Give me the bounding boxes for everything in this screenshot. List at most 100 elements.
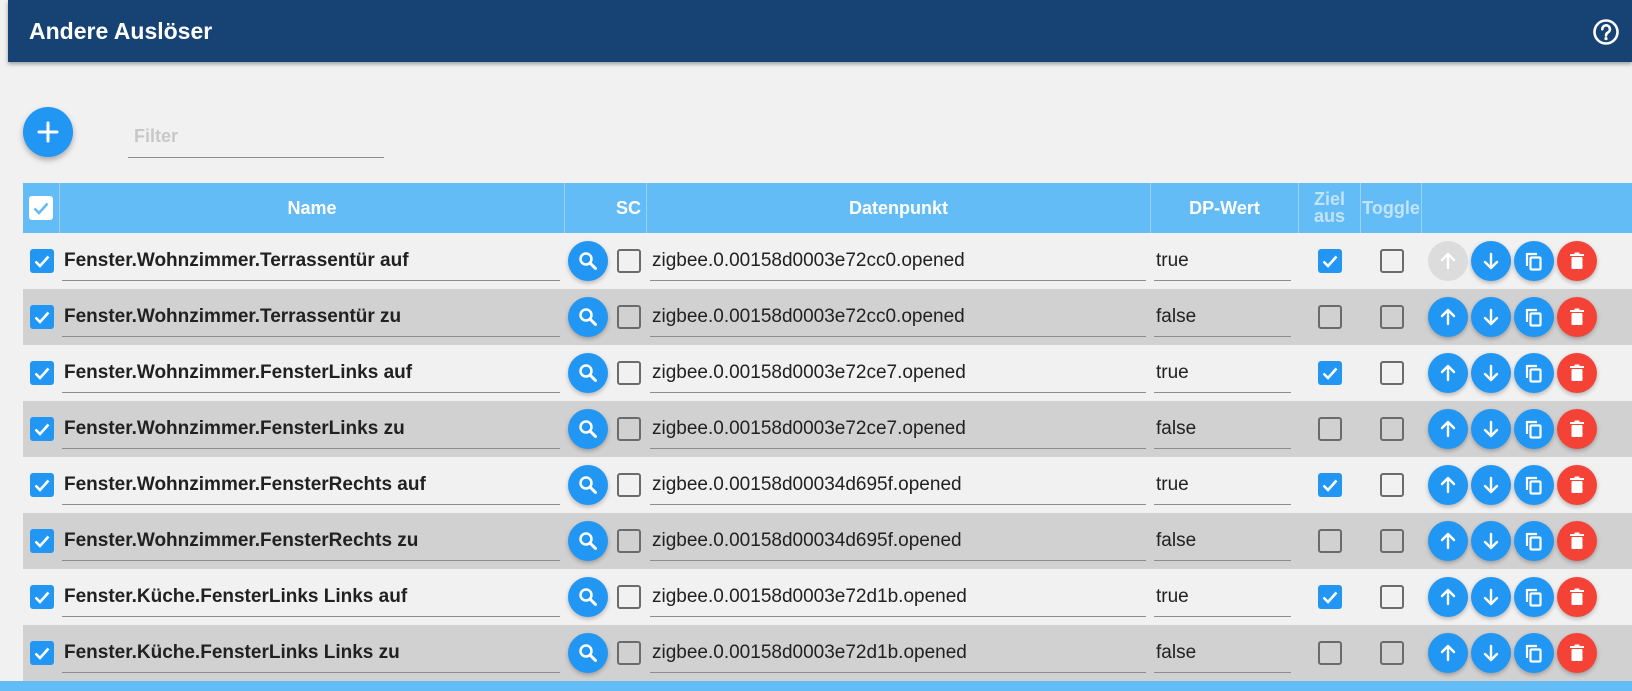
dp-value-input[interactable]: false	[1154, 521, 1291, 561]
select-datapoint-button[interactable]	[568, 521, 608, 561]
enable-checkbox[interactable]	[29, 585, 54, 609]
copy-button[interactable]	[1514, 409, 1554, 449]
name-input[interactable]: Fenster.Wohnzimmer.FensterRechts auf	[62, 465, 560, 505]
delete-button[interactable]	[1557, 241, 1597, 281]
select-datapoint-button[interactable]	[568, 465, 608, 505]
sc-checkbox[interactable]	[617, 249, 641, 273]
dp-value-input[interactable]: false	[1154, 633, 1291, 673]
toggle-checkbox[interactable]	[1379, 641, 1404, 665]
name-input[interactable]: Fenster.Wohnzimmer.Terrassentür zu	[62, 297, 560, 337]
dp-value-input[interactable]: true	[1154, 577, 1291, 617]
move-down-button[interactable]	[1471, 577, 1511, 617]
enable-checkbox[interactable]	[29, 473, 54, 497]
column-header-sc[interactable]: SC	[611, 183, 647, 233]
name-input[interactable]: Fenster.Wohnzimmer.FensterLinks zu	[62, 409, 560, 449]
datapoint-input[interactable]: zigbee.0.00158d0003e72ce7.opened	[650, 409, 1146, 449]
move-up-button[interactable]	[1428, 577, 1468, 617]
datapoint-input[interactable]: zigbee.0.00158d0003e72d1b.opened	[650, 633, 1146, 673]
copy-button[interactable]	[1514, 353, 1554, 393]
column-header-ziel-aus[interactable]: Ziel aus	[1299, 183, 1361, 233]
sc-checkbox[interactable]	[617, 585, 641, 609]
dp-value-input[interactable]: true	[1154, 353, 1291, 393]
ziel-aus-checkbox[interactable]	[1318, 585, 1342, 609]
delete-button[interactable]	[1557, 577, 1597, 617]
name-input[interactable]: Fenster.Küche.FensterLinks Links auf	[62, 577, 560, 617]
dp-value-input[interactable]: false	[1154, 409, 1291, 449]
name-input[interactable]: Fenster.Wohnzimmer.FensterRechts zu	[62, 521, 560, 561]
filter-input[interactable]	[128, 116, 384, 157]
delete-button[interactable]	[1557, 297, 1597, 337]
toggle-checkbox[interactable]	[1379, 305, 1404, 329]
select-datapoint-button[interactable]	[568, 409, 608, 449]
copy-button[interactable]	[1514, 577, 1554, 617]
move-down-button[interactable]	[1471, 241, 1511, 281]
ziel-aus-checkbox[interactable]	[1318, 473, 1342, 497]
move-up-button[interactable]	[1428, 409, 1468, 449]
datapoint-input[interactable]: zigbee.0.00158d00034d695f.opened	[650, 521, 1146, 561]
ziel-aus-checkbox[interactable]	[1318, 305, 1342, 329]
toggle-checkbox[interactable]	[1379, 473, 1404, 497]
move-down-button[interactable]	[1471, 633, 1511, 673]
move-up-button[interactable]	[1428, 353, 1468, 393]
copy-button[interactable]	[1514, 465, 1554, 505]
move-up-button[interactable]	[1428, 297, 1468, 337]
ziel-aus-checkbox[interactable]	[1318, 249, 1342, 273]
enable-checkbox[interactable]	[29, 305, 54, 329]
column-header-name[interactable]: Name	[60, 183, 565, 233]
move-up-button[interactable]	[1428, 633, 1468, 673]
sc-checkbox[interactable]	[617, 361, 641, 385]
ziel-aus-checkbox[interactable]	[1318, 361, 1342, 385]
move-down-button[interactable]	[1471, 521, 1511, 561]
datapoint-input[interactable]: zigbee.0.00158d00034d695f.opened	[650, 465, 1146, 505]
toggle-checkbox[interactable]	[1379, 361, 1404, 385]
toggle-checkbox[interactable]	[1379, 529, 1404, 553]
delete-button[interactable]	[1557, 521, 1597, 561]
select-datapoint-button[interactable]	[568, 577, 608, 617]
column-header-datapoint[interactable]: Datenpunkt	[647, 183, 1151, 233]
enable-checkbox[interactable]	[29, 361, 54, 385]
ziel-aus-checkbox[interactable]	[1318, 641, 1342, 665]
delete-button[interactable]	[1557, 409, 1597, 449]
delete-button[interactable]	[1557, 465, 1597, 505]
ziel-aus-checkbox[interactable]	[1318, 417, 1342, 441]
dp-value-input[interactable]: true	[1154, 241, 1291, 281]
copy-button[interactable]	[1514, 633, 1554, 673]
enable-checkbox[interactable]	[29, 641, 54, 665]
move-down-button[interactable]	[1471, 465, 1511, 505]
name-input[interactable]: Fenster.Wohnzimmer.FensterLinks auf	[62, 353, 560, 393]
enable-checkbox[interactable]	[29, 417, 54, 441]
toggle-checkbox[interactable]	[1379, 585, 1404, 609]
select-datapoint-button[interactable]	[568, 633, 608, 673]
move-down-button[interactable]	[1471, 353, 1511, 393]
select-all-checkbox[interactable]	[29, 196, 53, 220]
toggle-checkbox[interactable]	[1379, 417, 1404, 441]
sc-checkbox[interactable]	[617, 641, 641, 665]
move-up-button[interactable]	[1428, 521, 1468, 561]
copy-button[interactable]	[1514, 297, 1554, 337]
enable-checkbox[interactable]	[29, 249, 54, 273]
column-header-dp-value[interactable]: DP-Wert	[1151, 183, 1299, 233]
move-down-button[interactable]	[1471, 297, 1511, 337]
copy-button[interactable]	[1514, 241, 1554, 281]
move-down-button[interactable]	[1471, 409, 1511, 449]
name-input[interactable]: Fenster.Küche.FensterLinks Links zu	[62, 633, 560, 673]
select-datapoint-button[interactable]	[568, 353, 608, 393]
copy-button[interactable]	[1514, 521, 1554, 561]
dp-value-input[interactable]: true	[1154, 465, 1291, 505]
move-up-button[interactable]	[1428, 465, 1468, 505]
sc-checkbox[interactable]	[617, 305, 641, 329]
select-datapoint-button[interactable]	[568, 241, 608, 281]
sc-checkbox[interactable]	[617, 529, 641, 553]
toggle-checkbox[interactable]	[1379, 249, 1404, 273]
delete-button[interactable]	[1557, 633, 1597, 673]
ziel-aus-checkbox[interactable]	[1318, 529, 1342, 553]
add-trigger-button[interactable]	[23, 107, 73, 157]
datapoint-input[interactable]: zigbee.0.00158d0003e72cc0.opened	[650, 241, 1146, 281]
datapoint-input[interactable]: zigbee.0.00158d0003e72d1b.opened	[650, 577, 1146, 617]
datapoint-input[interactable]: zigbee.0.00158d0003e72ce7.opened	[650, 353, 1146, 393]
select-datapoint-button[interactable]	[568, 297, 608, 337]
column-header-toggle[interactable]: Toggle	[1361, 183, 1422, 233]
help-circle-icon[interactable]	[1592, 18, 1620, 46]
sc-checkbox[interactable]	[617, 473, 641, 497]
name-input[interactable]: Fenster.Wohnzimmer.Terrassentür auf	[62, 241, 560, 281]
